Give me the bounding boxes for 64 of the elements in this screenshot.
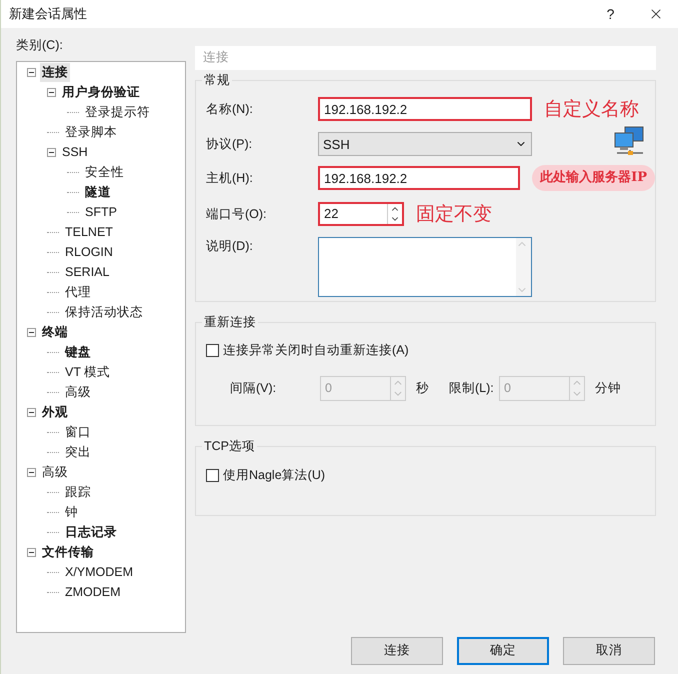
tree-item[interactable]: 用户身份验证: [60, 83, 142, 102]
tree-item[interactable]: VT 模式: [63, 363, 112, 382]
tree-item[interactable]: 高级: [63, 383, 93, 402]
tree-item[interactable]: 键盘: [63, 343, 93, 362]
tree-item[interactable]: ZMODEM: [63, 583, 123, 602]
dialog-button[interactable]: 取消: [563, 636, 655, 665]
spinner-label: 间隔(V):: [230, 380, 278, 397]
tree-item[interactable]: 窗口: [63, 423, 93, 442]
checkbox[interactable]: [206, 344, 219, 357]
field-label: 说明(D):: [206, 238, 254, 256]
tree-item[interactable]: 隧道: [83, 183, 113, 202]
spinner-label: 限制(L):: [449, 380, 495, 397]
tree-item[interactable]: 连接: [40, 63, 70, 82]
field-label: 协议(P):: [206, 136, 254, 153]
highlighted-annotation: 此处输入服务器IP: [532, 165, 655, 191]
window-title: 新建会话属性: [8, 5, 88, 24]
tree-item[interactable]: 钟: [63, 503, 80, 522]
category-tree[interactable]: 连接 用户身份验证 登录提示符 登录脚本 SSH 安全性 隧道 SFTP TELNET RLOGIN SERIAL 代理 保持活动状态 终端 键盘 VT 模式 高级 外观 窗口 突出 高级 跟踪 钟 日志记录 文件传输 X/YMODEM ZMODEM: [16, 60, 186, 633]
text-field[interactable]: 192.168.192.2: [318, 166, 520, 190]
collapse-icon[interactable]: [27, 68, 36, 78]
tree-item[interactable]: 保持活动状态: [63, 303, 145, 322]
checkbox-label: 使用Nagle算法(U): [223, 466, 326, 484]
tree-item[interactable]: TELNET: [63, 223, 115, 242]
collapse-icon[interactable]: [27, 328, 36, 338]
collapse-icon[interactable]: [27, 468, 36, 478]
tree-item[interactable]: SFTP: [83, 203, 119, 222]
annotation-text: 自定义名称: [544, 96, 639, 122]
field-label: 名称(N):: [206, 100, 254, 118]
category-label: 类别(C):: [16, 37, 64, 54]
tree-item[interactable]: 突出: [63, 443, 93, 462]
tree-item[interactable]: 登录脚本: [63, 123, 119, 142]
tree-item[interactable]: RLOGIN: [63, 243, 115, 262]
unit-label: 秒: [416, 380, 429, 397]
breadcrumb-bar: 连接: [195, 46, 656, 70]
tree-item[interactable]: 外观: [40, 403, 70, 422]
tree-item[interactable]: SSH: [60, 143, 90, 162]
tree-item[interactable]: 高级: [40, 463, 70, 482]
help-button[interactable]: ?: [588, 0, 633, 28]
protocol-dropdown[interactable]: SSH: [318, 132, 532, 156]
dialog-button[interactable]: 连接: [351, 636, 443, 665]
annotation-text: 固定不变: [416, 202, 492, 227]
tree-item[interactable]: 文件传输: [40, 543, 96, 562]
tree-item[interactable]: 终端: [40, 323, 70, 342]
port-field[interactable]: 22: [318, 202, 404, 226]
collapse-icon[interactable]: [47, 148, 56, 158]
dialog-button[interactable]: 确定: [457, 636, 549, 665]
collapse-icon[interactable]: [27, 548, 36, 558]
collapse-icon[interactable]: [47, 88, 56, 98]
text-field[interactable]: 192.168.192.2: [318, 97, 532, 121]
description-field[interactable]: [318, 237, 532, 298]
checkbox-label: 连接异常关闭时自动重新连接(A): [223, 342, 409, 359]
tree-item[interactable]: X/YMODEM: [63, 563, 136, 582]
collapse-icon[interactable]: [27, 408, 36, 418]
field-label: 端口号(O):: [206, 206, 268, 223]
checkbox[interactable]: [206, 468, 219, 482]
tree-item[interactable]: 安全性: [83, 163, 126, 182]
tree-item[interactable]: SERIAL: [63, 263, 112, 282]
tree-item[interactable]: 登录提示符: [83, 103, 152, 122]
tree-item[interactable]: 跟踪: [63, 483, 93, 502]
tree-item[interactable]: 日志记录: [63, 523, 119, 542]
tree-item[interactable]: 代理: [63, 283, 93, 302]
scrollbar[interactable]: [516, 238, 531, 296]
field-label: 主机(H):: [206, 170, 254, 187]
unit-label: 分钟: [595, 380, 621, 397]
